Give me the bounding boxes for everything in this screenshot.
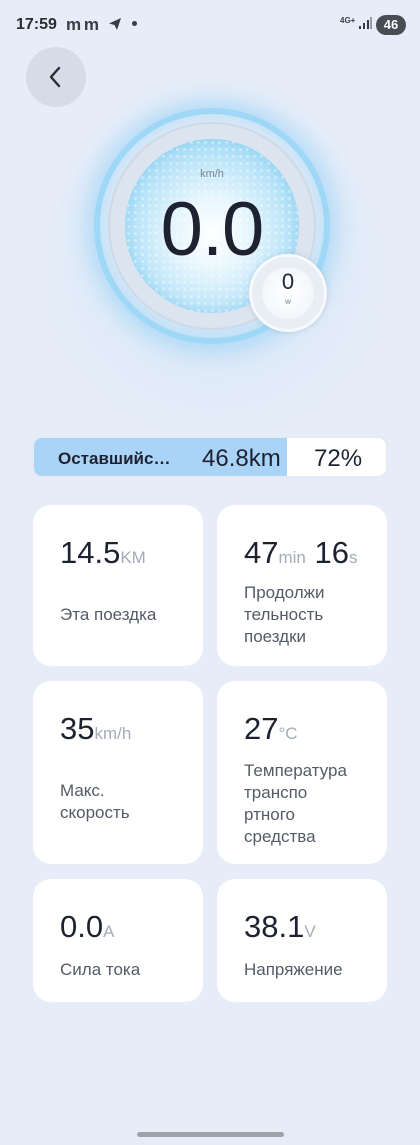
power-dial: 0 w (249, 254, 327, 332)
power-value: 0 (281, 269, 295, 294)
send-icon (109, 18, 121, 30)
voltage-card: 38.1V Напряжение (217, 879, 387, 1002)
max-speed-value: 35km/h (60, 711, 131, 747)
range-distance: 46.8km (202, 445, 281, 472)
temperature-label: Температура транспо ртного средства (244, 760, 347, 848)
max-speed-label-line: скорость (60, 803, 130, 822)
signal-icon (359, 17, 372, 29)
temperature-number: 27 (244, 711, 279, 746)
trip-distance-card: 14.5KM Эта поездка (33, 505, 203, 666)
max-speed-number: 35 (60, 711, 95, 746)
network-type: 4G+ (340, 16, 356, 25)
temperature-value: 27°C (244, 711, 298, 747)
battery-indicator: 46 (376, 15, 406, 35)
trip-duration-minutes: 47 (244, 535, 279, 570)
temperature-unit: °C (278, 724, 298, 743)
back-arrow-icon (49, 66, 61, 88)
vehicle-temperature-card: 27°C Температура транспо ртного средства (217, 681, 387, 864)
max-speed-label: Макс. скорость (60, 780, 130, 824)
current-number: 0.0 (60, 909, 104, 944)
notification-app-icons: m m (66, 15, 99, 34)
max-speed-card: 35km/h Макс. скорость (33, 681, 203, 864)
current-card: 0.0A Сила тока (33, 879, 203, 1002)
trip-distance-value: 14.5KM (60, 535, 146, 571)
temperature-label-line: транспо (244, 783, 308, 802)
current-value: 0.0A (60, 909, 114, 945)
current-label: Сила тока (60, 960, 141, 979)
status-time: 17:59 (16, 16, 57, 33)
power-unit: w (285, 297, 291, 306)
speed-unit: km/h (200, 168, 224, 180)
trip-distance-unit: KM (120, 548, 146, 567)
current-unit: A (103, 922, 115, 941)
temperature-label-line: Температура (244, 761, 347, 780)
trip-duration-label-line: Продолжи (244, 583, 325, 602)
status-bar: 17:59 m m 4G+ 46 (0, 0, 420, 52)
max-speed-label-line: Макс. (60, 781, 105, 800)
max-speed-unit: km/h (94, 724, 132, 743)
trip-duration-label-line: поездки (244, 627, 307, 646)
trip-duration-seconds: 16 (314, 535, 349, 570)
voltage-label: Напряжение (244, 960, 343, 979)
trip-distance-number: 14.5 (60, 535, 121, 570)
voltage-unit: V (304, 922, 316, 941)
temperature-label-line: ртного (244, 805, 295, 824)
trip-distance-label: Эта поездка (60, 605, 157, 624)
trip-duration-value: 47min 16s (244, 535, 358, 571)
trip-duration-card: 47min 16s Продолжи тельность поездки (217, 505, 387, 666)
trip-duration-sec-unit: s (349, 548, 358, 567)
speedometer: km/h 0.0 0 w (30, 88, 400, 468)
home-indicator[interactable] (137, 1132, 284, 1137)
remaining-range-bar: Оставшийся пробег 46.8km 72% (32, 436, 388, 478)
trip-duration-label: Продолжи тельность поездки (244, 582, 325, 648)
notification-dot (132, 21, 137, 26)
voltage-value: 38.1V (244, 909, 316, 945)
battery-percent: 72% (314, 445, 363, 472)
range-label: Оставшийся пробег (58, 449, 176, 468)
voltage-number: 38.1 (244, 909, 305, 944)
trip-duration-label-line: тельность (244, 605, 324, 624)
trip-duration-min-unit: min (278, 548, 306, 567)
temperature-label-line: средства (244, 827, 316, 846)
